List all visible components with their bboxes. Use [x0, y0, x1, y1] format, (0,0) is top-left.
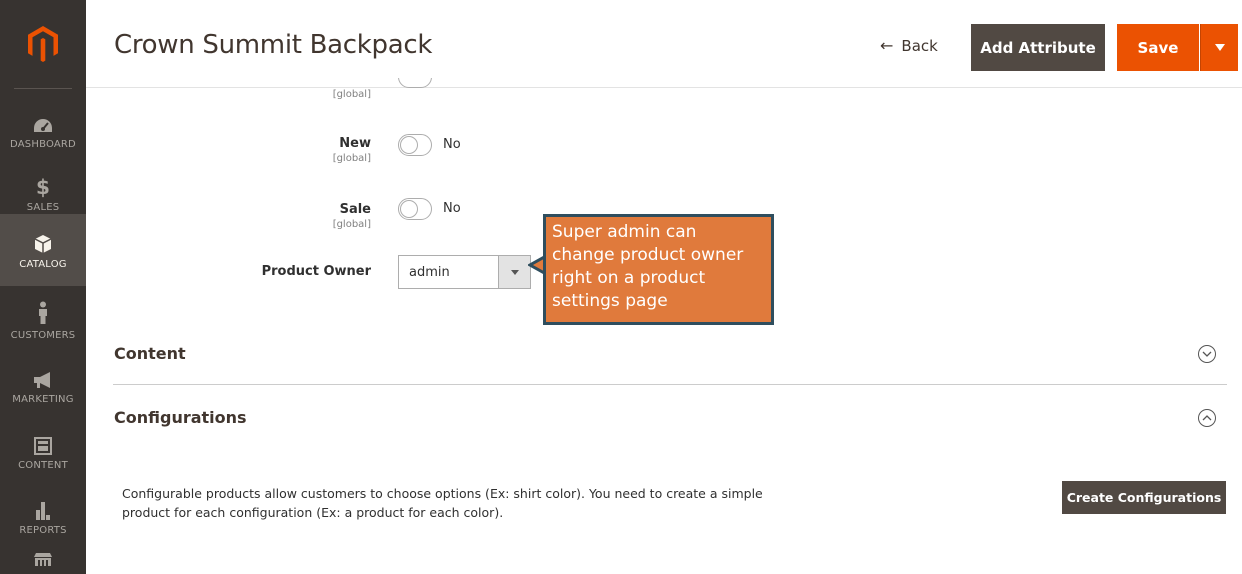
- partial-toggle[interactable]: [398, 66, 432, 88]
- cube-icon: [34, 230, 52, 254]
- configurations-description: Configurable products allow customers to…: [122, 484, 782, 522]
- product-owner-select[interactable]: admin: [398, 255, 531, 289]
- sidebar-divider: [14, 88, 72, 89]
- section-divider: [113, 384, 1227, 385]
- save-options-dropdown[interactable]: [1200, 24, 1238, 71]
- callout-line: settings page: [552, 291, 668, 311]
- sidebar-item-content[interactable]: CONTENT: [0, 418, 86, 484]
- back-button[interactable]: ← Back: [880, 36, 938, 55]
- dollar-icon: $: [36, 175, 50, 199]
- sale-toggle[interactable]: [398, 198, 432, 220]
- new-toggle-value: No: [443, 137, 461, 152]
- sidebar-item-label: MARKETING: [12, 394, 74, 405]
- admin-sidebar: DASHBOARD $ SALES CATALOG CUSTOMERS MARK…: [0, 0, 86, 574]
- section-title-configurations[interactable]: Configurations: [114, 408, 247, 427]
- field-scope: [global]: [332, 89, 371, 100]
- callout-line: Super admin can: [552, 222, 697, 242]
- sidebar-item-catalog[interactable]: CATALOG: [0, 214, 86, 286]
- sidebar-item-marketing[interactable]: MARKETING: [0, 352, 86, 418]
- select-arrow: [498, 256, 530, 288]
- callout-line: right on a product: [552, 268, 706, 288]
- header-divider: [86, 87, 1242, 88]
- store-icon: [34, 553, 52, 566]
- section-title-content[interactable]: Content: [114, 344, 186, 363]
- megaphone-icon: [32, 365, 54, 389]
- sidebar-item-stores[interactable]: [0, 548, 86, 574]
- sale-label: Sale: [339, 202, 371, 217]
- toggle-knob: [400, 136, 418, 154]
- caret-down-icon: [1214, 44, 1225, 51]
- chevron-up-icon: [1202, 415, 1212, 421]
- toggle-knob: [400, 200, 418, 218]
- sidebar-item-customers[interactable]: CUSTOMERS: [0, 288, 86, 354]
- chevron-down-icon: [1202, 351, 1212, 357]
- description-line: product for each configuration (Ex: a pr…: [122, 505, 504, 520]
- arrow-left-icon: ←: [880, 36, 894, 55]
- create-configurations-button[interactable]: Create Configurations: [1062, 481, 1226, 514]
- expand-content-toggle[interactable]: [1198, 345, 1216, 363]
- sidebar-item-label: CUSTOMERS: [10, 330, 76, 341]
- dashboard-icon: [33, 110, 53, 134]
- magento-logo[interactable]: [0, 0, 86, 88]
- sidebar-item-label: DASHBOARD: [10, 139, 76, 150]
- product-owner-label: Product Owner: [261, 264, 371, 279]
- sidebar-item-reports[interactable]: REPORTS: [0, 483, 86, 549]
- caret-down-icon: [510, 269, 519, 275]
- sale-toggle-value: No: [443, 201, 461, 216]
- layout-icon: [34, 431, 52, 455]
- page-title: Crown Summit Backpack: [114, 30, 433, 60]
- sidebar-item-label: REPORTS: [19, 525, 67, 536]
- new-toggle[interactable]: [398, 134, 432, 156]
- sale-scope: [global]: [332, 219, 371, 230]
- bar-chart-icon: [35, 496, 51, 520]
- add-attribute-button[interactable]: Add Attribute: [971, 24, 1105, 71]
- collapse-configurations-toggle[interactable]: [1198, 409, 1216, 427]
- sidebar-item-label: CATALOG: [19, 259, 67, 270]
- sidebar-item-dashboard[interactable]: DASHBOARD: [0, 97, 86, 163]
- new-scope: [global]: [332, 153, 371, 164]
- save-button[interactable]: Save: [1117, 24, 1199, 71]
- product-owner-value: admin: [409, 265, 450, 280]
- callout-line: change product owner: [552, 245, 744, 265]
- person-icon: [37, 301, 49, 325]
- annotation-callout: Super admin can change product owner rig…: [543, 214, 774, 325]
- magento-logo-icon: [28, 26, 58, 62]
- new-label: New: [339, 136, 371, 151]
- back-button-label: Back: [901, 36, 938, 55]
- description-line: Configurable products allow customers to…: [122, 486, 763, 501]
- sidebar-item-label: SALES: [26, 202, 60, 213]
- sidebar-item-label: CONTENT: [18, 460, 68, 471]
